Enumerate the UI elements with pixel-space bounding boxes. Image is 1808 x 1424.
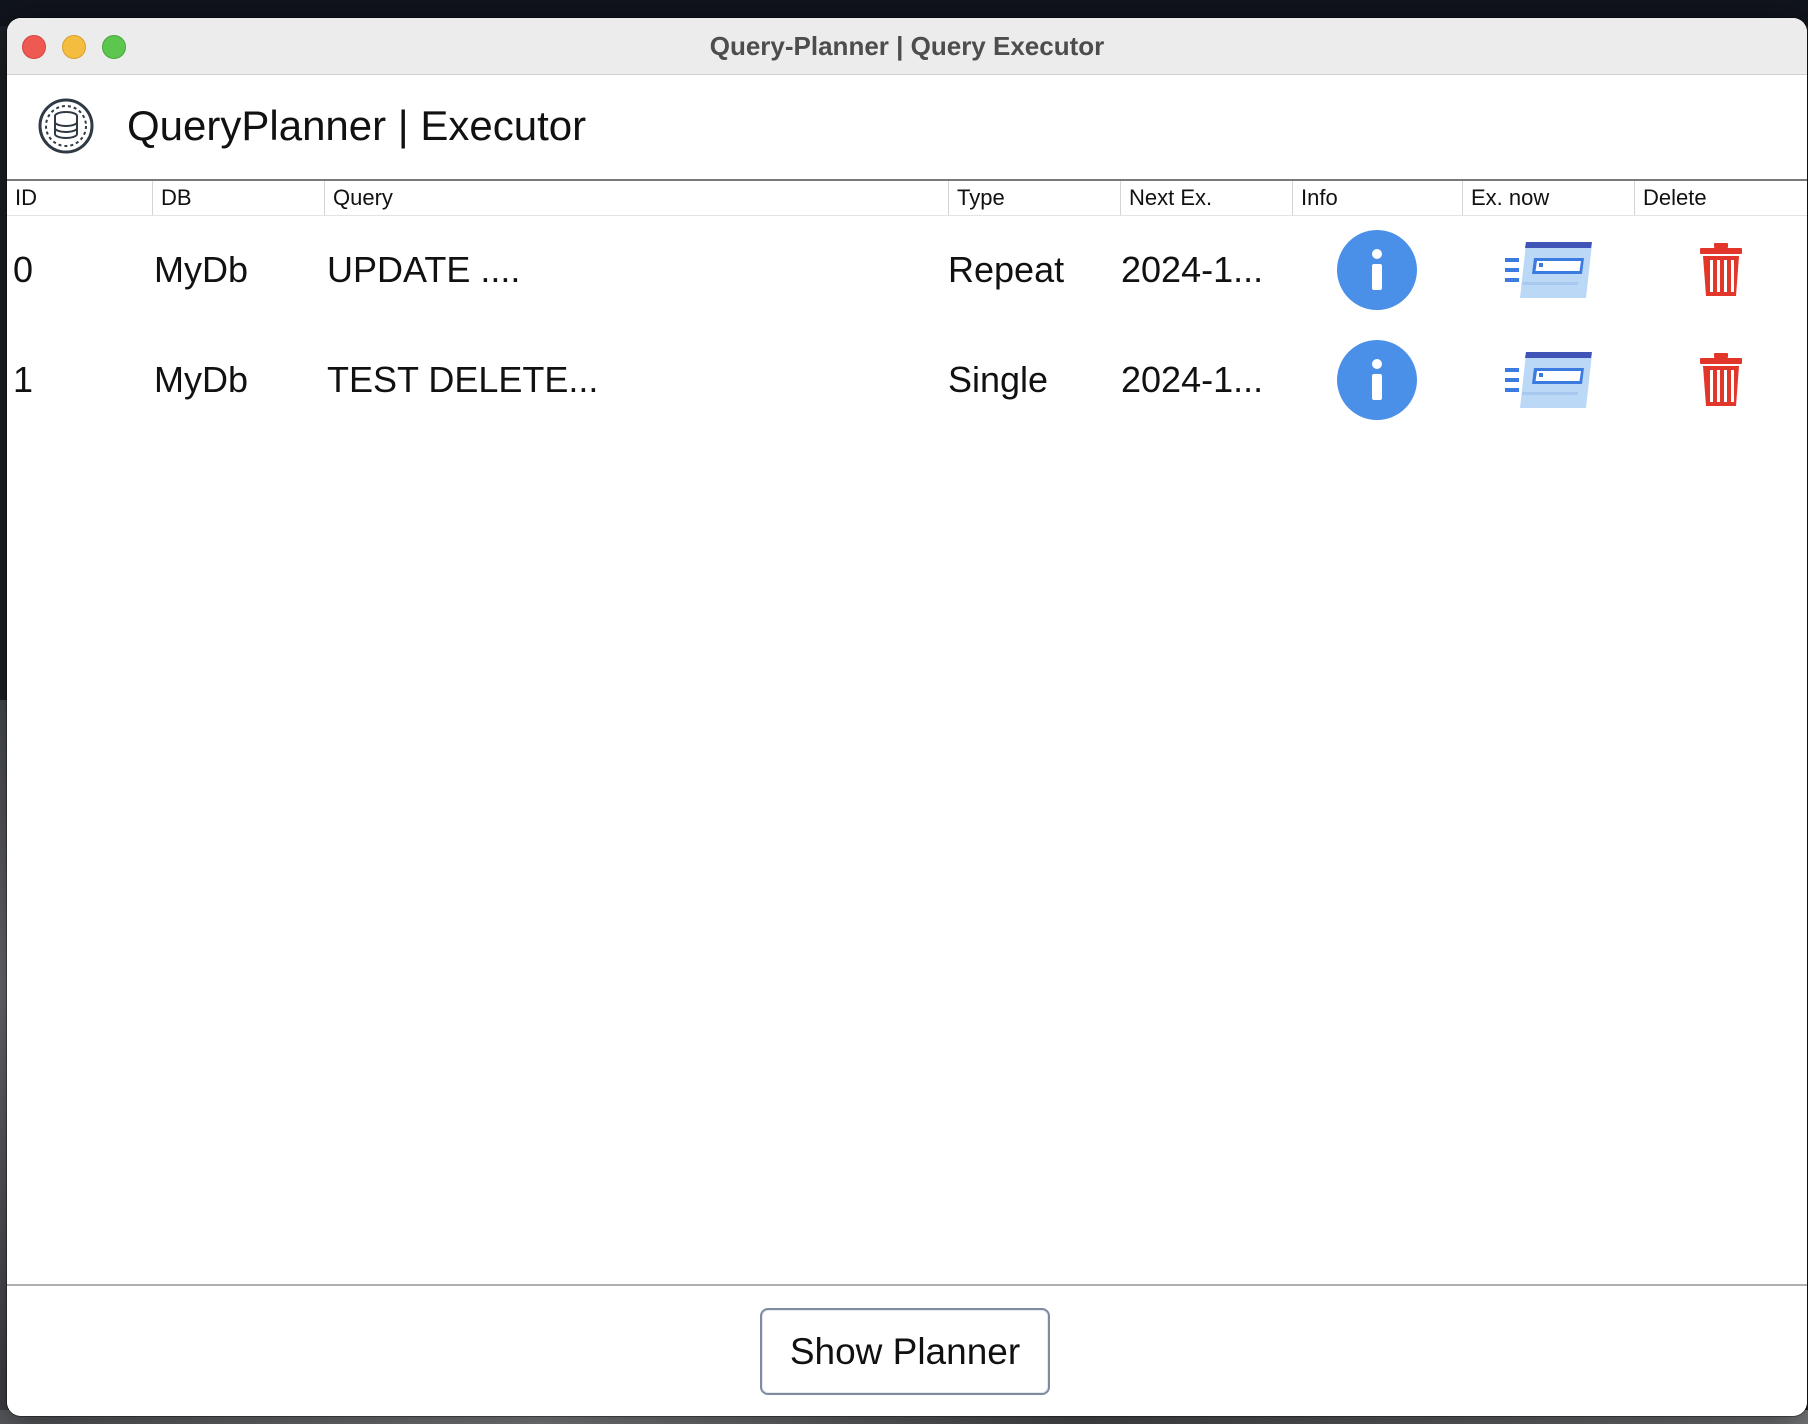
column-header-db[interactable]: DB	[152, 181, 324, 215]
app-header: QueryPlanner | Executor	[7, 75, 1807, 179]
info-icon[interactable]	[1337, 230, 1417, 310]
title-bar: Query-Planner | Query Executor	[7, 18, 1807, 75]
cell-db: MyDb	[154, 359, 249, 400]
column-header-type[interactable]: Type	[948, 181, 1120, 215]
query-table: ID DB Query Type Next Ex. Info Ex. now D…	[7, 179, 1807, 1286]
cell-type: Single	[948, 359, 1049, 400]
maximize-window-button[interactable]	[102, 35, 126, 59]
database-gear-icon	[38, 98, 94, 154]
app-title: QueryPlanner | Executor	[127, 102, 587, 149]
app-window: Query-Planner | Query Executor QueryPlan…	[7, 18, 1807, 1416]
table-row[interactable]: 0 MyDb UPDATE .... Repeat 2024-1...	[7, 215, 1807, 325]
cell-query: UPDATE ....	[327, 249, 521, 290]
table-row[interactable]: 1 MyDb TEST DELETE... Single 2024-1...	[7, 325, 1807, 435]
column-header-id[interactable]: ID	[7, 181, 152, 215]
cell-id: 0	[13, 249, 34, 290]
cell-next-ex: 2024-1...	[1121, 359, 1264, 400]
cell-query: TEST DELETE...	[327, 359, 599, 400]
column-header-delete[interactable]: Delete	[1634, 181, 1807, 215]
close-window-button[interactable]	[22, 35, 46, 59]
column-header-query[interactable]: Query	[324, 181, 948, 215]
trash-icon[interactable]	[1698, 352, 1744, 408]
footer-bar: Show Planner	[7, 1286, 1807, 1416]
column-header-next-ex[interactable]: Next Ex.	[1120, 181, 1292, 215]
trash-icon[interactable]	[1698, 242, 1744, 298]
execute-window-icon[interactable]	[1502, 238, 1594, 302]
column-header-info[interactable]: Info	[1292, 181, 1462, 215]
window-title: Query-Planner | Query Executor	[709, 31, 1105, 61]
info-icon[interactable]	[1337, 340, 1417, 420]
cell-id: 1	[13, 359, 34, 400]
minimize-window-button[interactable]	[62, 35, 86, 59]
cell-next-ex: 2024-1...	[1121, 249, 1264, 290]
cell-db: MyDb	[154, 249, 249, 290]
table-header: ID DB Query Type Next Ex. Info Ex. now D…	[7, 181, 1807, 216]
show-planner-button[interactable]: Show Planner	[760, 1308, 1050, 1395]
column-header-ex-now[interactable]: Ex. now	[1462, 181, 1634, 215]
cell-type: Repeat	[948, 249, 1065, 290]
execute-window-icon[interactable]	[1502, 348, 1594, 412]
